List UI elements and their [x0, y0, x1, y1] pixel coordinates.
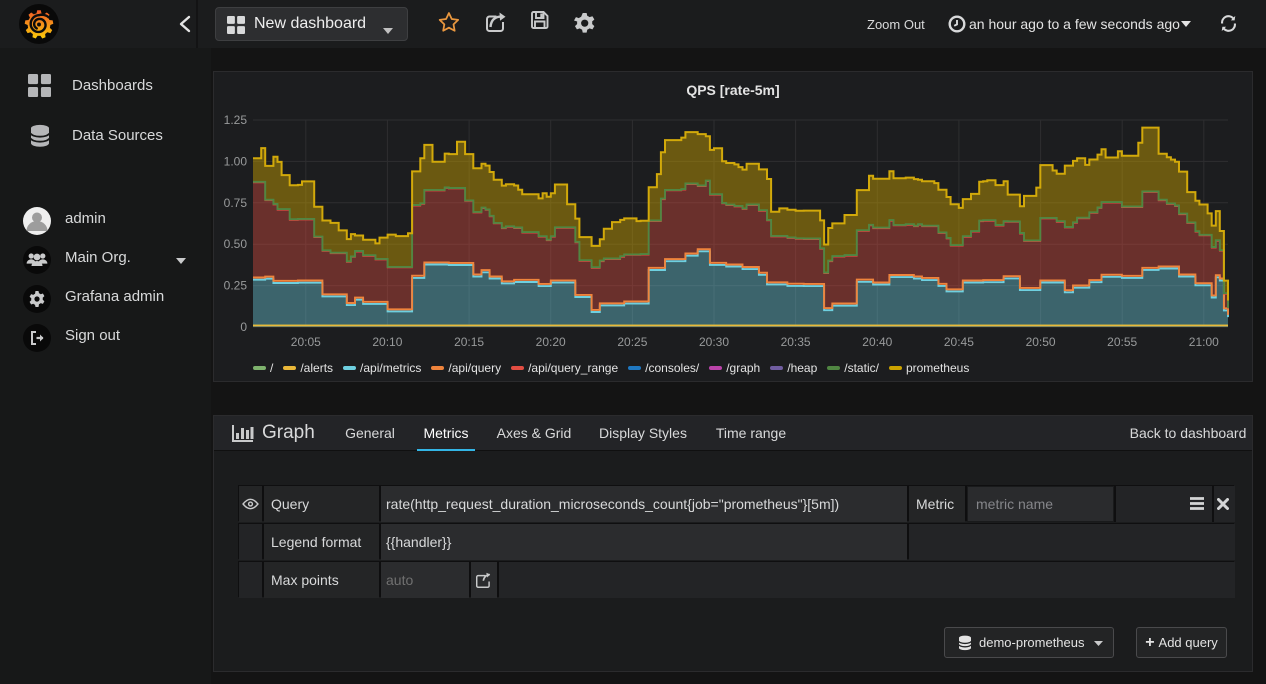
svg-text:0.50: 0.50: [224, 237, 248, 251]
svg-text:0.75: 0.75: [224, 196, 248, 210]
svg-text:20:30: 20:30: [699, 335, 729, 349]
svg-text:20:25: 20:25: [617, 335, 647, 349]
svg-text:0.25: 0.25: [224, 279, 248, 293]
svg-text:20:10: 20:10: [372, 335, 402, 349]
svg-text:20:50: 20:50: [1026, 335, 1056, 349]
svg-text:20:15: 20:15: [454, 335, 484, 349]
svg-text:20:55: 20:55: [1107, 335, 1137, 349]
svg-text:1.00: 1.00: [224, 154, 248, 168]
svg-text:20:05: 20:05: [291, 335, 321, 349]
svg-text:0: 0: [240, 320, 247, 334]
svg-text:1.25: 1.25: [224, 113, 248, 127]
svg-text:20:35: 20:35: [781, 335, 811, 349]
svg-text:20:45: 20:45: [944, 335, 974, 349]
svg-text:21:00: 21:00: [1189, 335, 1219, 349]
svg-text:20:40: 20:40: [862, 335, 892, 349]
svg-text:20:20: 20:20: [536, 335, 566, 349]
